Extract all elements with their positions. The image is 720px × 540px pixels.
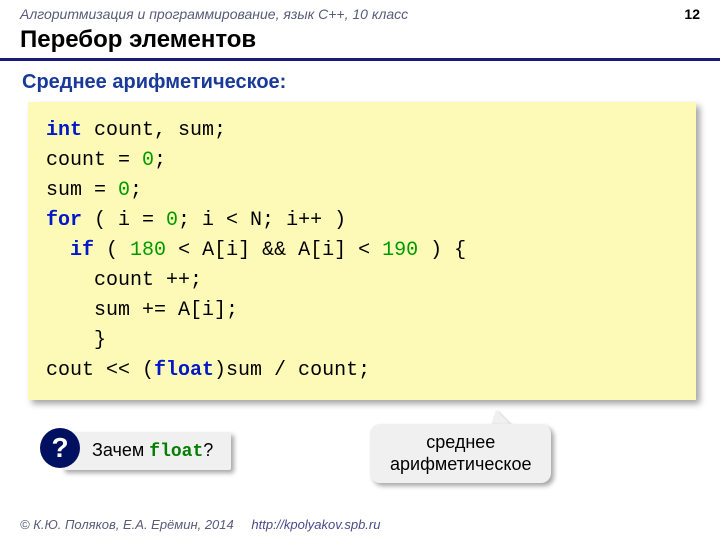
code-kw: float: [154, 359, 214, 382]
question-text: Зачем: [92, 440, 149, 460]
code-block: int count, sum; count = 0; sum = 0; for …: [28, 102, 696, 400]
code-text: }: [46, 329, 106, 352]
course-label: Алгоритмизация и программирование, язык …: [20, 6, 408, 22]
page-title: Перебор элементов: [0, 24, 720, 61]
code-text: ;: [130, 179, 142, 202]
code-text: ;: [154, 149, 166, 172]
header-bar: Алгоритмизация и программирование, язык …: [0, 0, 720, 24]
code-text: (: [94, 239, 130, 262]
question-box: Зачем float?: [62, 432, 231, 470]
copyright: © К.Ю. Поляков, Е.А. Ерёмин, 2014: [20, 517, 234, 532]
question-text: ?: [203, 440, 213, 460]
code-kw: int: [46, 119, 82, 142]
code-kw: for: [46, 209, 82, 232]
code-text: ( i =: [82, 209, 166, 232]
subtitle: Среднее арифметическое:: [0, 71, 720, 102]
code-text: cout << (: [46, 359, 154, 382]
code-text: count =: [46, 149, 142, 172]
code-text: sum += A[i];: [46, 299, 238, 322]
footer: © К.Ю. Поляков, Е.А. Ерёмин, 2014 http:/…: [20, 517, 380, 532]
code-num: 0: [118, 179, 130, 202]
question-code: float: [149, 442, 203, 462]
code-text: sum =: [46, 179, 118, 202]
code-num: 190: [382, 239, 418, 262]
code-num: 0: [166, 209, 178, 232]
code-text: ; i < N; i++ ): [178, 209, 346, 232]
code-kw: if: [70, 239, 94, 262]
question-icon: ?: [40, 428, 80, 468]
footer-link: http://kpolyakov.spb.ru: [251, 517, 380, 532]
code-num: 180: [130, 239, 166, 262]
code-text: ) {: [418, 239, 466, 262]
code-text: count ++;: [46, 269, 202, 292]
code-text: )sum / count;: [214, 359, 370, 382]
note-line2: арифметическое: [390, 454, 531, 474]
page-number: 12: [684, 6, 700, 22]
code-text: count, sum;: [82, 119, 226, 142]
code-text: < A[i] && A[i] <: [166, 239, 382, 262]
note-line1: среднее: [426, 432, 495, 452]
note-box: среднее арифметическое: [370, 424, 551, 483]
code-num: 0: [142, 149, 154, 172]
